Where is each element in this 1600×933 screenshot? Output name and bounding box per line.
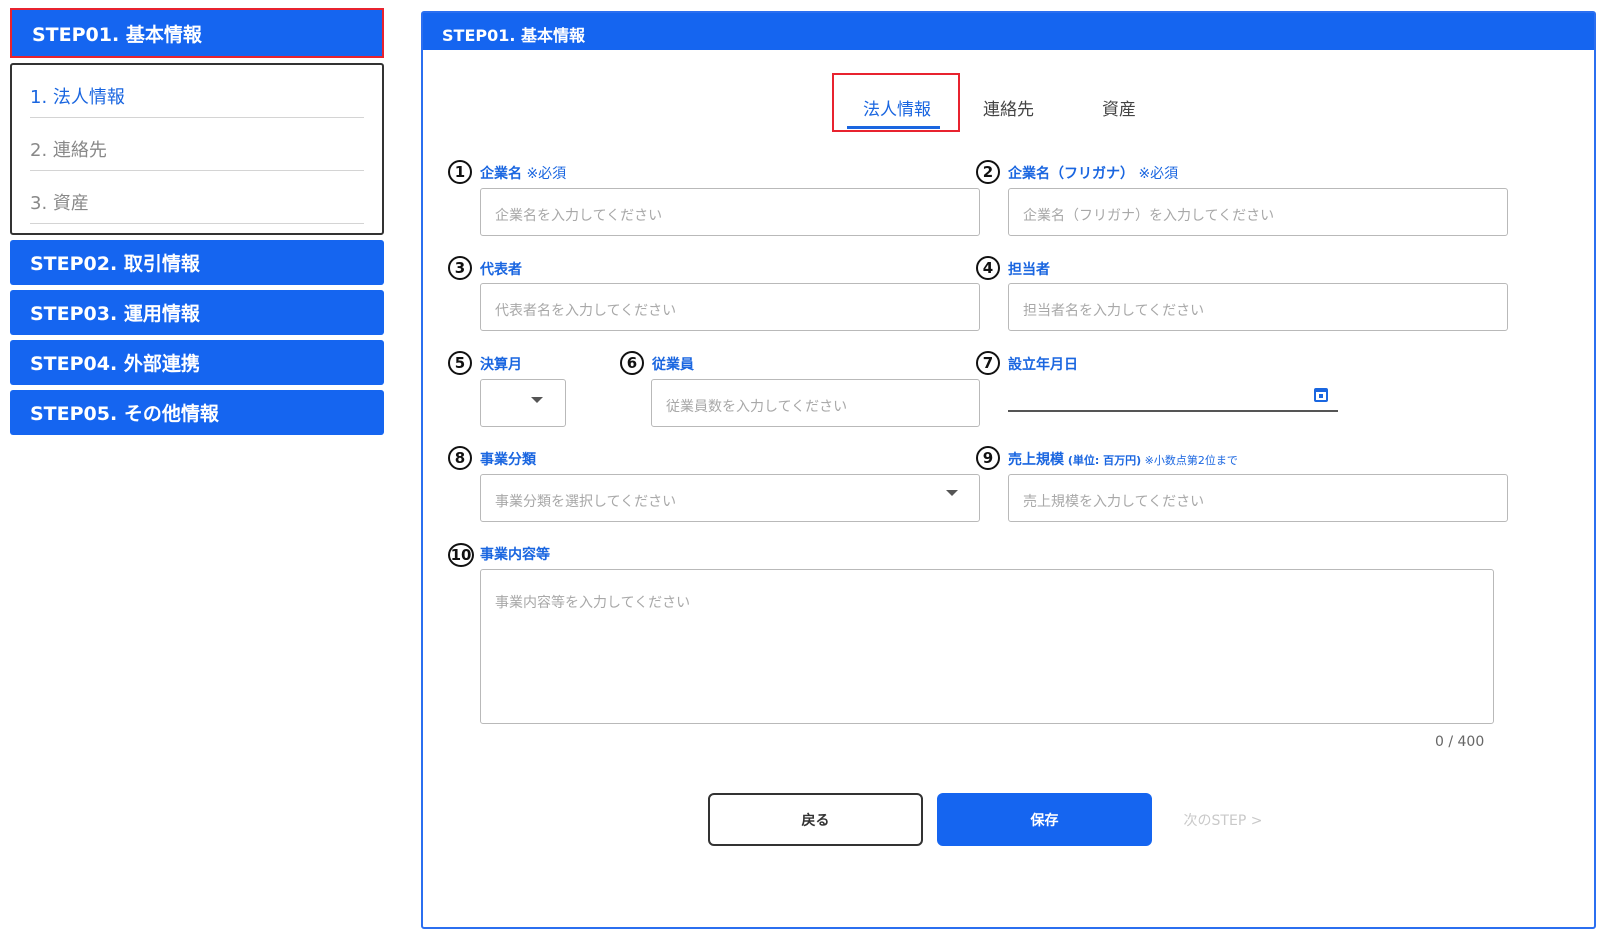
sidebar-step-01[interactable]: STEP01. 基本情報: [10, 8, 384, 58]
sidebar-step-label: STEP04. 外部連携: [30, 353, 200, 375]
date-underline: [1008, 410, 1338, 412]
substep-label: 3. 資産: [30, 193, 89, 214]
field-number-3: 3: [448, 256, 472, 280]
fiscal-month-select[interactable]: [480, 379, 566, 427]
save-button[interactable]: 保存: [937, 793, 1152, 846]
unit-note: (単位: 百万円): [1064, 454, 1142, 467]
substep-label: 1. 法人情報: [30, 87, 125, 108]
label-text: 売上規模: [1008, 452, 1064, 468]
business-content-label: 事業内容等: [480, 547, 550, 563]
required-mark: ※必須: [1134, 166, 1179, 182]
contact-person-label: 担当者: [1008, 262, 1050, 278]
sidebar-step-05[interactable]: STEP05. その他情報: [10, 390, 384, 435]
back-button[interactable]: 戻る: [708, 793, 923, 846]
decimal-note: ※小数点第2位まで: [1141, 454, 1238, 467]
substep-label: 2. 連絡先: [30, 140, 107, 161]
sales-scale-input[interactable]: 売上規模を入力してください: [1008, 474, 1508, 522]
field-number-4: 4: [976, 256, 1000, 280]
tab-bar: 法人情報 連絡先 資産: [423, 73, 1594, 133]
employees-input[interactable]: 従業員数を入力してください: [651, 379, 980, 427]
business-content-textarea[interactable]: 事業内容等を入力してください: [480, 569, 1494, 724]
representative-label: 代表者: [480, 262, 522, 278]
substep-corporate-info[interactable]: 1. 法人情報: [30, 65, 364, 118]
sidebar-step-03[interactable]: STEP03. 運用情報: [10, 290, 384, 335]
form-card: STEP01. 基本情報 法人情報 連絡先 資産 1 企業名 ※必須 企業名を入…: [421, 11, 1596, 929]
sales-scale-label: 売上規模 (単位: 百万円) ※小数点第2位まで: [1008, 449, 1238, 469]
next-step-button[interactable]: 次のSTEP >: [1173, 793, 1273, 846]
card-title: STEP01. 基本情報: [423, 13, 1594, 50]
chevron-down-icon: [946, 490, 958, 496]
sidebar-step-label: STEP01. 基本情報: [32, 23, 202, 46]
tab-corporate-info[interactable]: 法人情報: [863, 95, 931, 120]
field-number-7: 7: [976, 351, 1000, 375]
business-category-label: 事業分類: [480, 452, 536, 468]
character-counter: 0 / 400: [1435, 734, 1485, 750]
company-name-input[interactable]: 企業名を入力してください: [480, 188, 980, 236]
select-placeholder: 事業分類を選択してください: [495, 494, 677, 510]
field-number-5: 5: [448, 351, 472, 375]
employees-label: 従業員: [652, 357, 694, 373]
step-sidebar: STEP01. 基本情報 1. 法人情報 2. 連絡先 3. 資産 STEP02…: [10, 8, 384, 440]
label-text: 企業名: [480, 166, 522, 182]
established-date-label: 設立年月日: [1008, 357, 1078, 373]
sidebar-step-label: STEP05. その他情報: [30, 403, 219, 425]
field-number-6: 6: [620, 351, 644, 375]
sidebar-step-02[interactable]: STEP02. 取引情報: [10, 240, 384, 285]
substep-contact[interactable]: 2. 連絡先: [30, 118, 364, 171]
field-number-9: 9: [976, 446, 1000, 470]
tab-assets[interactable]: 資産: [1102, 95, 1136, 120]
sidebar-step-04[interactable]: STEP04. 外部連携: [10, 340, 384, 385]
tab-active-indicator: [847, 126, 940, 129]
required-mark: ※必須: [522, 166, 567, 182]
representative-input[interactable]: 代表者名を入力してください: [480, 283, 980, 331]
chevron-down-icon: [531, 397, 543, 403]
calendar-icon[interactable]: [1314, 388, 1328, 402]
field-number-2: 2: [976, 160, 1000, 184]
field-number-10: 10: [448, 543, 474, 567]
business-category-select[interactable]: 事業分類を選択してください: [480, 474, 980, 522]
company-kana-label: 企業名（フリガナ） ※必須: [1008, 163, 1178, 183]
label-text: 企業名（フリガナ）: [1008, 166, 1134, 182]
substep-list: 1. 法人情報 2. 連絡先 3. 資産: [10, 63, 384, 235]
contact-person-input[interactable]: 担当者名を入力してください: [1008, 283, 1508, 331]
field-number-8: 8: [448, 446, 472, 470]
sidebar-step-label: STEP03. 運用情報: [30, 303, 200, 325]
tab-contact[interactable]: 連絡先: [983, 95, 1034, 120]
sidebar-step-label: STEP02. 取引情報: [30, 253, 200, 275]
substep-assets[interactable]: 3. 資産: [30, 171, 364, 224]
company-name-label: 企業名 ※必須: [480, 163, 566, 183]
fiscal-month-label: 決算月: [480, 357, 522, 373]
company-kana-input[interactable]: 企業名（フリガナ）を入力してください: [1008, 188, 1508, 236]
field-number-1: 1: [448, 160, 472, 184]
